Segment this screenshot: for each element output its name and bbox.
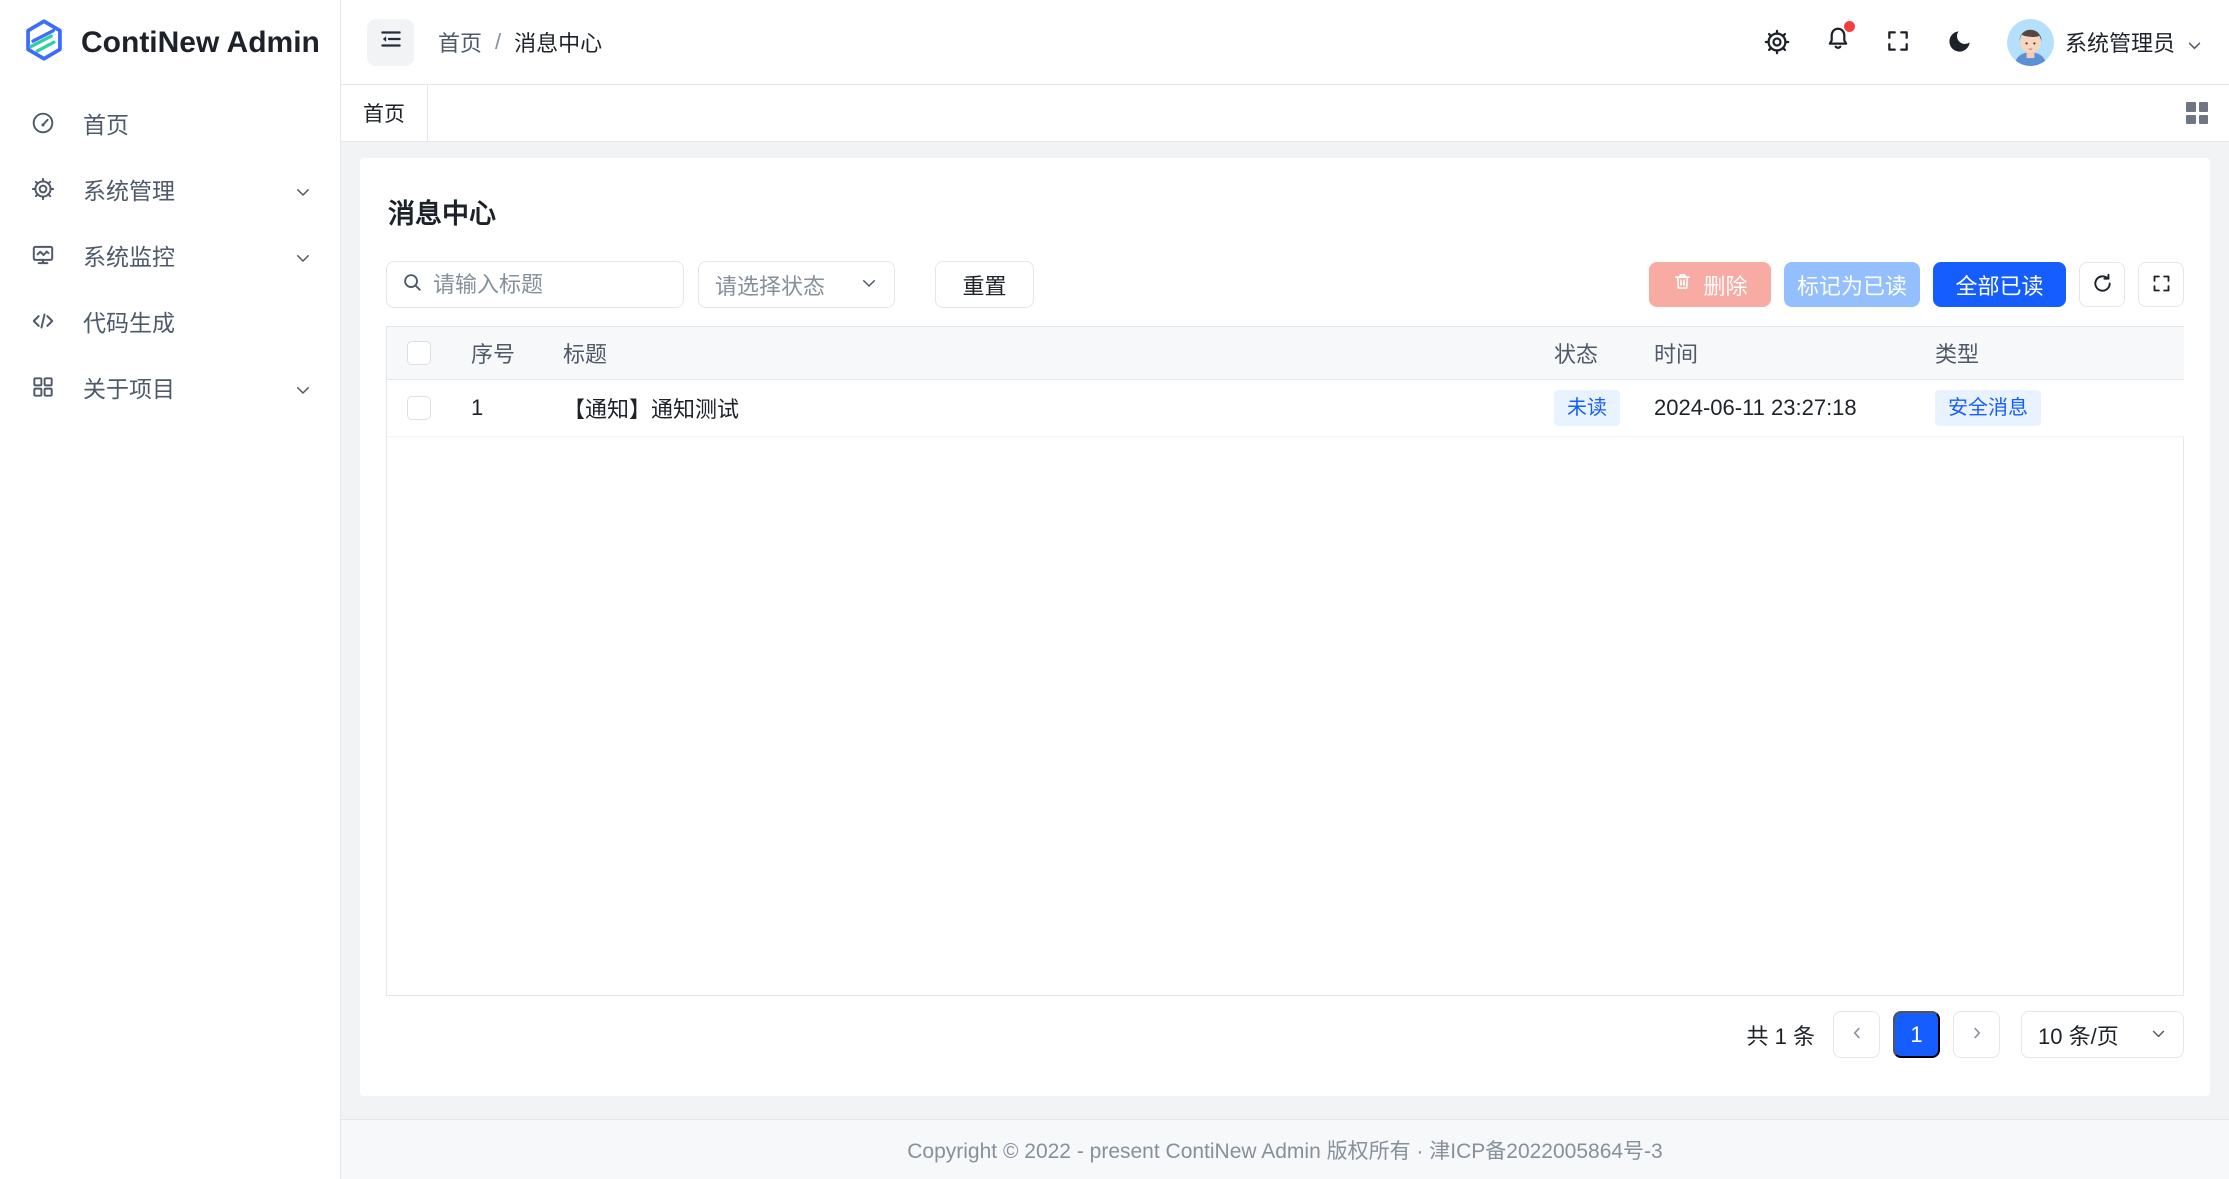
row-checkbox[interactable] [407, 396, 431, 420]
table-row[interactable]: 1 【通知】通知测试 未读 2024-06-11 23:27:18 安全消息 [387, 379, 2184, 436]
column-header-type: 类型 [1935, 327, 2184, 379]
search-input[interactable] [433, 272, 669, 298]
next-page-button[interactable] [1953, 1011, 2000, 1058]
search-icon [401, 271, 423, 299]
logo-hexagon-icon [22, 18, 66, 68]
reset-button[interactable]: 重置 [935, 261, 1034, 308]
chevron-down-icon [2150, 1022, 2167, 1048]
tab-list-grid-icon[interactable] [2186, 102, 2208, 124]
tabbar: 首页 [341, 85, 2229, 142]
moon-icon[interactable] [1946, 28, 1974, 56]
chevron-down-icon [294, 378, 312, 396]
select-all-checkbox[interactable] [407, 341, 431, 365]
toolbar: 请选择状态 重置 [386, 261, 2184, 308]
breadcrumb-current: 消息中心 [514, 26, 602, 58]
copyright-text: Copyright © 2022 - present ContiNew Admi… [907, 1135, 1662, 1165]
sidebar-item-label: 代码生成 [83, 304, 312, 338]
gear-icon [30, 176, 56, 202]
topbar-actions: 系统管理员 [1763, 19, 2203, 66]
breadcrumb-home[interactable]: 首页 [438, 26, 482, 58]
column-header-title: 标题 [563, 327, 1554, 379]
sidebar-item-label: 首页 [83, 106, 312, 140]
sidebar-menu: 首页 系统管理 [0, 85, 340, 424]
pagination: 共 1 条 1 10 条/页 [386, 1011, 2184, 1058]
sidebar-item-label: 关于项目 [83, 370, 294, 404]
trash-icon [1672, 271, 1693, 298]
table-fullscreen-button[interactable] [2138, 262, 2184, 307]
status-select-value: 请选择状态 [715, 269, 860, 301]
title-search-field[interactable] [386, 261, 684, 308]
all-read-button[interactable]: 全部已读 [1933, 262, 2066, 307]
sidebar-item-label: 系统管理 [83, 172, 294, 206]
chevron-right-icon [1968, 1024, 1986, 1045]
column-header-status: 状态 [1554, 327, 1654, 379]
toolbar-right: 删除 标记为已读 全部已读 [1649, 262, 2184, 307]
chevron-down-icon [860, 272, 878, 298]
messages-table: 序号 标题 状态 时间 类型 1 【通知】通知测试 [386, 326, 2184, 996]
chevron-down-icon [2186, 34, 2203, 51]
tab-home[interactable]: 首页 [341, 85, 428, 141]
sidebar: ContiNew Admin 首页 [0, 0, 341, 1179]
avatar [2007, 19, 2054, 66]
content-area: 消息中心 请选择状态 [341, 142, 2229, 1119]
bell-icon [1824, 33, 1852, 58]
table-header-row: 序号 标题 状态 时间 类型 [387, 327, 2184, 379]
apps-icon [30, 374, 56, 400]
page-size-select[interactable]: 10 条/页 [2021, 1011, 2184, 1058]
sidebar-item-label: 系统监控 [83, 238, 294, 272]
column-header-time: 时间 [1654, 327, 1935, 379]
fullscreen-icon [2151, 273, 2172, 297]
sidebar-item-about-project[interactable]: 关于项目 [10, 358, 330, 416]
breadcrumb: 首页 / 消息中心 [438, 26, 602, 58]
message-center-card: 消息中心 请选择状态 [360, 158, 2210, 1096]
cell-title: 【通知】通知测试 [563, 379, 1554, 436]
prev-page-button[interactable] [1833, 1011, 1880, 1058]
code-icon [30, 308, 56, 334]
page-size-value: 10 条/页 [2038, 1019, 2150, 1051]
sidebar-item-home[interactable]: 首页 [10, 94, 330, 152]
tab-label: 首页 [363, 98, 405, 128]
dashboard-icon [30, 110, 56, 136]
footer: Copyright © 2022 - present ContiNew Admi… [341, 1119, 2229, 1179]
menu-fold-icon [378, 26, 404, 58]
logo-title: ContiNew Admin [81, 26, 320, 60]
chevron-left-icon [1848, 1024, 1866, 1045]
chevron-down-icon [294, 180, 312, 198]
column-header-no: 序号 [471, 327, 563, 379]
status-badge: 未读 [1554, 390, 1620, 426]
user-menu[interactable]: 系统管理员 [2007, 19, 2203, 66]
mark-as-read-button[interactable]: 标记为已读 [1784, 262, 1920, 307]
settings-icon[interactable] [1763, 28, 1791, 56]
monitor-icon [30, 242, 56, 268]
notification-badge-dot [1844, 21, 1855, 32]
page-title: 消息中心 [388, 192, 2184, 231]
main-column: 首页 / 消息中心 [341, 0, 2229, 1179]
breadcrumb-separator: / [495, 29, 501, 55]
tabbar-actions [2186, 85, 2229, 141]
refresh-icon [2091, 272, 2114, 298]
topbar: 首页 / 消息中心 [341, 0, 2229, 85]
pagination-total: 共 1 条 [1747, 1019, 1815, 1051]
user-name: 系统管理员 [2065, 26, 2175, 58]
notifications-button[interactable] [1824, 25, 1852, 59]
sidebar-item-system-management[interactable]: 系统管理 [10, 160, 330, 218]
status-select[interactable]: 请选择状态 [698, 261, 895, 308]
app-root: ContiNew Admin 首页 [0, 0, 2229, 1179]
cell-no: 1 [471, 379, 563, 436]
delete-button-label: 删除 [1703, 269, 1747, 301]
chevron-down-icon [294, 246, 312, 264]
page-number-button[interactable]: 1 [1893, 1011, 1940, 1058]
collapse-sidebar-button[interactable] [367, 19, 414, 66]
type-badge: 安全消息 [1935, 390, 2041, 426]
delete-button[interactable]: 删除 [1649, 262, 1771, 307]
cell-time: 2024-06-11 23:27:18 [1654, 379, 1935, 436]
table-empty-area [387, 437, 2183, 996]
logo[interactable]: ContiNew Admin [0, 0, 340, 85]
refresh-button[interactable] [2079, 262, 2125, 307]
sidebar-item-code-generation[interactable]: 代码生成 [10, 292, 330, 350]
fullscreen-icon[interactable] [1885, 28, 1913, 56]
sidebar-item-system-monitor[interactable]: 系统监控 [10, 226, 330, 284]
